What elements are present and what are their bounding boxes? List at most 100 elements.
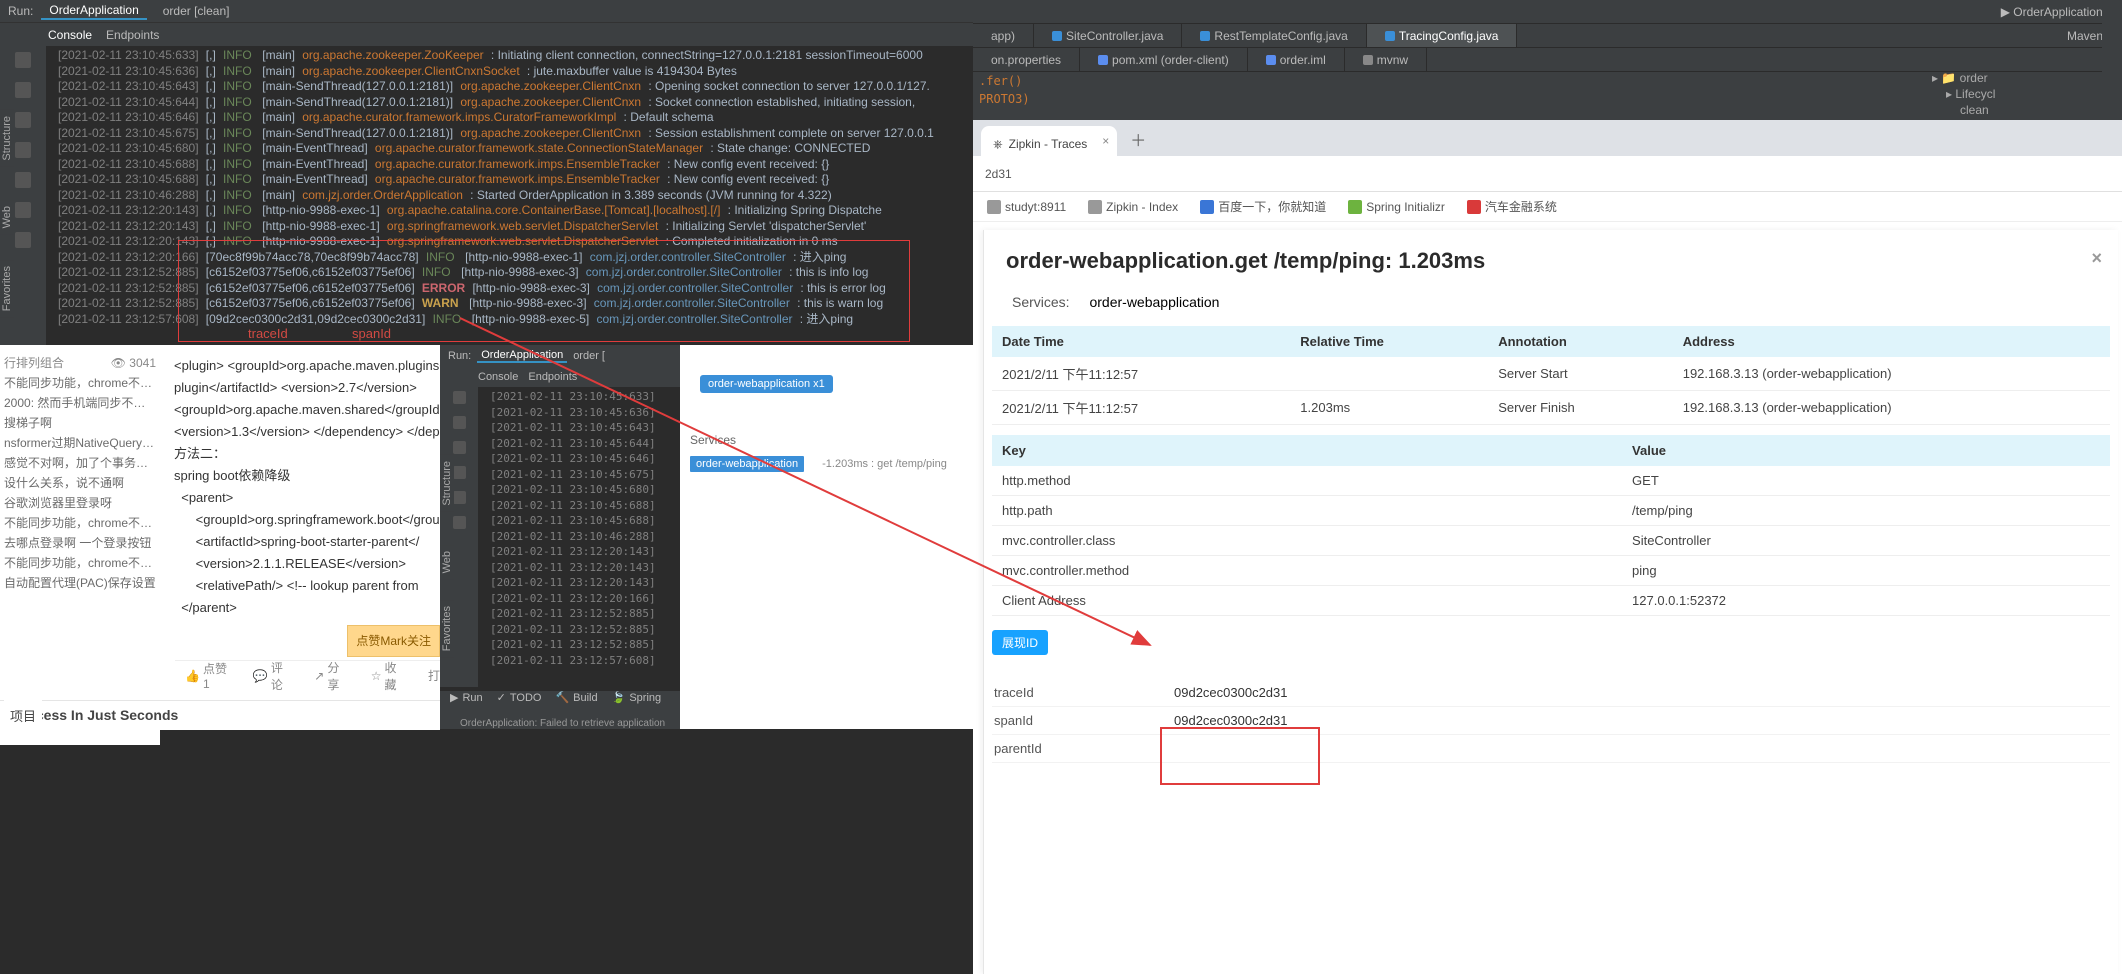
- print-icon[interactable]: [15, 202, 31, 218]
- code-frag-1: .fer(): [979, 74, 1022, 88]
- down-icon[interactable]: [15, 142, 31, 158]
- spring-tool[interactable]: 🍃 Spring: [612, 691, 662, 704]
- editor-tab[interactable]: on.properties: [973, 48, 1080, 71]
- right-gutter: [2102, 0, 2122, 120]
- editor-tab[interactable]: TracingConfig.java: [1367, 24, 1518, 47]
- wrap-icon[interactable]: [15, 172, 31, 188]
- status-bar: OrderApplication: Failed to retrieve app…: [450, 718, 670, 729]
- code-frag-2: PROTO3): [979, 92, 1030, 106]
- build-tool[interactable]: 🔨 Build: [555, 691, 597, 704]
- blog-sidebar-item[interactable]: 自动配置代理(PAC)保存设置: [4, 573, 156, 593]
- ids-section: traceId09d2cec0300c2d31spanId09d2cec0300…: [992, 679, 2110, 763]
- tab-orderapp-sm[interactable]: OrderApplication: [477, 349, 567, 363]
- bookmark-item[interactable]: Spring Initializr: [1348, 200, 1445, 214]
- table-row: http.methodGET: [992, 466, 2110, 496]
- editor-tab[interactable]: SiteController.java: [1034, 24, 1182, 47]
- vtab-fav-sm[interactable]: Favorites: [440, 600, 454, 657]
- annotation-traceid: traceId: [248, 326, 288, 341]
- span-title: order-webapplication.get /temp/ping: 1.2…: [984, 230, 2118, 284]
- print-icon-sm[interactable]: [453, 516, 466, 529]
- bookmark-item[interactable]: 百度一下，你就知道: [1200, 198, 1326, 215]
- rerun-icon[interactable]: [15, 52, 31, 68]
- services-header: Services: [690, 433, 980, 447]
- rerun-icon-sm[interactable]: [453, 391, 466, 404]
- share-button[interactable]: ↗ 分享: [314, 659, 351, 693]
- blog-actions: 👍 点赞1 💬 评论 ↗ 分享 ☆ 收藏 打: [175, 660, 440, 690]
- run-label: Run:: [8, 4, 33, 18]
- editor-tab[interactable]: order.iml: [1248, 48, 1345, 71]
- todo-tool[interactable]: ✓ TODO: [497, 691, 542, 704]
- run-tabs: Run: OrderApplication order [clean]: [0, 0, 973, 23]
- table-row: 2021/2/11 下午11:12:571.203msServer Finish…: [992, 391, 2110, 425]
- up-icon-sm[interactable]: [453, 441, 466, 454]
- zipkin-favicon-icon: ⎈: [993, 137, 1003, 152]
- down-icon-sm[interactable]: [453, 466, 466, 479]
- stop-icon[interactable]: [15, 82, 31, 98]
- blog-sidebar-item[interactable]: 感觉不对啊，加了个事务，跟: [4, 453, 156, 473]
- editor-tab-row-3: on.propertiespom.xml (order-client)order…: [973, 48, 2122, 72]
- blog-sidebar-item[interactable]: 搜梯子啊: [4, 413, 156, 433]
- span-services: Services: order-webapplication: [984, 284, 2118, 326]
- blog-sidebar-item[interactable]: 不能同步功能，chrome不能...: [4, 553, 156, 573]
- close-tab-icon[interactable]: ×: [1102, 134, 1109, 148]
- tab-order-clean[interactable]: order [clean]: [155, 3, 238, 19]
- service-badge[interactable]: order-webapplication x1: [700, 375, 833, 393]
- subtab-console[interactable]: Console: [48, 28, 92, 42]
- address-bar[interactable]: 2d31: [973, 156, 2122, 192]
- vtab-structure[interactable]: Structure: [0, 110, 14, 167]
- close-panel-icon[interactable]: ×: [2091, 248, 2102, 269]
- blog-sidebar: 行排列组合 👁 3041 不能同步功能，chrome不能...2000: 然而手…: [0, 345, 160, 745]
- console-output-sm[interactable]: [2021-02-11 23:10:45:633] [2021-02-11 23…: [490, 389, 656, 668]
- bookmarks-bar: studyt:8911 Zipkin - Index 百度一下，你就知道 Spring…: [973, 192, 2122, 222]
- trash-icon[interactable]: [15, 232, 31, 248]
- mark-button[interactable]: 点赞Mark关注: [347, 625, 440, 657]
- run-label-sm: Run:: [448, 350, 471, 362]
- blog-sidebar-item[interactable]: 谷歌浏览器里登录呀: [4, 493, 156, 513]
- blog-sidebar-item[interactable]: 2000: 然而手机端同步不了，: [4, 393, 156, 413]
- like-button[interactable]: 👍 点赞1: [185, 660, 233, 691]
- subtab-console-sm[interactable]: Console: [478, 371, 518, 383]
- blog-sidebar-item[interactable]: 不能同步功能，chrome不能...: [4, 373, 156, 393]
- vtab-favorites[interactable]: Favorites: [0, 260, 14, 317]
- table-row: 2021/2/11 下午11:12:57Server Start192.168.…: [992, 357, 2110, 391]
- blog-sidebar-item[interactable]: nsformer过期NativeQueryIm...: [4, 433, 156, 453]
- tab-order-application[interactable]: OrderApplication: [41, 2, 146, 20]
- more-button[interactable]: 打: [428, 667, 440, 684]
- blog-sidebar-item[interactable]: 设什么关系，说不通啊: [4, 473, 156, 493]
- tab-order-sm[interactable]: order [: [573, 350, 605, 362]
- show-ids-button[interactable]: 展现ID: [992, 630, 1048, 655]
- trace-bar[interactable]: order-webapplication -1.203ms : get /tem…: [690, 455, 970, 473]
- up-icon[interactable]: [15, 112, 31, 128]
- project-tree[interactable]: ▸ 📁 order ▸ Lifecycl clean: [1932, 70, 2092, 118]
- blog-sidebar-item[interactable]: 不能同步功能，chrome不能...: [4, 513, 156, 533]
- table-row: mvc.controller.classSiteController: [992, 526, 2110, 556]
- comment-button[interactable]: 💬 评论: [253, 659, 294, 693]
- bookmark-item[interactable]: Zipkin - Index: [1088, 200, 1178, 214]
- bookmark-item[interactable]: 汽车金融系统: [1467, 198, 1557, 215]
- new-tab-button[interactable]: ＋: [1127, 128, 1149, 150]
- editor-tab[interactable]: RestTemplateConfig.java: [1182, 24, 1366, 47]
- editor-tab[interactable]: mvnw: [1345, 48, 1427, 71]
- vtab-structure-sm[interactable]: Structure: [440, 455, 454, 512]
- blog-sidebar-item[interactable]: 去哪点登录啊 一个登录按钮: [4, 533, 156, 553]
- wrap-icon-sm[interactable]: [453, 491, 466, 504]
- vtab-web-sm[interactable]: Web: [440, 545, 454, 579]
- console-output[interactable]: [2021-02-11 23:10:45:633] [,] INFO [main…: [58, 48, 934, 327]
- bookmark-item[interactable]: studyt:8911: [987, 200, 1066, 214]
- subtab-endpoints-sm[interactable]: Endpoints: [528, 371, 577, 383]
- zipkin-span-detail: order-webapplication.get /temp/ping: 1.2…: [983, 230, 2118, 974]
- browser-tabbar: ⎈ Zipkin - Traces × ＋: [973, 120, 2122, 156]
- run-tool[interactable]: ▶ Run: [450, 691, 483, 704]
- fav-button[interactable]: ☆ 收藏: [371, 659, 408, 693]
- trace-bar-label: -1.203ms : get /temp/ping: [822, 458, 947, 470]
- id-row: spanId09d2cec0300c2d31: [992, 707, 2110, 735]
- stop-icon-sm[interactable]: [453, 416, 466, 429]
- editor-tab[interactable]: app): [973, 24, 1034, 47]
- annotations-table: Date TimeRelative TimeAnnotationAddress …: [992, 326, 2110, 425]
- subtab-endpoints[interactable]: Endpoints: [106, 28, 159, 42]
- browser-tab[interactable]: ⎈ Zipkin - Traces ×: [981, 126, 1117, 156]
- editor-tab[interactable]: pom.xml (order-client): [1080, 48, 1248, 71]
- vtab-web[interactable]: Web: [0, 200, 14, 234]
- sub-tabs: Console Endpoints: [0, 23, 973, 46]
- browser-window: ⎈ Zipkin - Traces × ＋ 2d31 studyt:8911 Zi…: [973, 120, 2122, 974]
